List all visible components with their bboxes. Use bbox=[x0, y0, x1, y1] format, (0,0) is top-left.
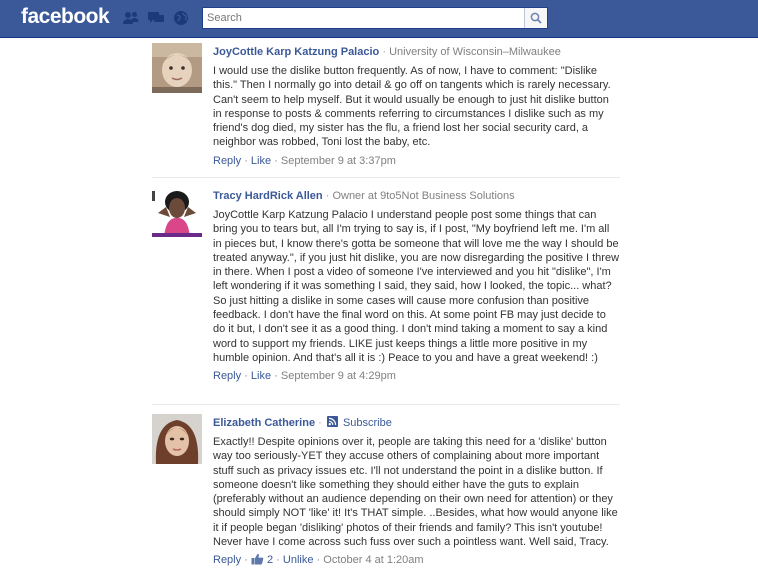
messages-icon[interactable] bbox=[147, 10, 165, 26]
commenter-name[interactable]: Elizabeth Catherine bbox=[213, 417, 315, 429]
facebook-logo[interactable]: facebook bbox=[21, 5, 110, 29]
separator-dot: · bbox=[316, 554, 321, 567]
comment-item: Elizabeth Catherine · Subscribe Exactly!… bbox=[152, 414, 620, 584]
like-link[interactable]: Like bbox=[251, 370, 271, 382]
avatar[interactable] bbox=[152, 43, 202, 93]
separator-dot: · bbox=[274, 154, 278, 167]
separator-dot: · bbox=[274, 370, 278, 383]
avatar[interactable] bbox=[152, 187, 202, 237]
reply-link[interactable]: Reply bbox=[213, 554, 241, 566]
avatar[interactable] bbox=[152, 414, 202, 464]
comment-text: JoyCottle Karp Katzung Palacio I underst… bbox=[213, 209, 620, 364]
like-link[interactable]: Like bbox=[251, 155, 271, 167]
separator-dot: · bbox=[244, 154, 248, 167]
unlike-link[interactable]: Unlike bbox=[283, 554, 314, 566]
search-button[interactable] bbox=[524, 8, 547, 28]
commenter-name[interactable]: Tracy HardRick Allen bbox=[213, 190, 323, 202]
reply-link[interactable]: Reply bbox=[213, 155, 241, 167]
separator-dot: · bbox=[244, 370, 248, 383]
separator-dot: · bbox=[276, 554, 280, 567]
comment-divider bbox=[152, 404, 620, 405]
comment-item: JoyCottle Karp Katzung Palacio · Univers… bbox=[152, 43, 620, 171]
search-magnifier-icon bbox=[530, 12, 542, 24]
comment-text: I would use the dislike button frequentl… bbox=[213, 65, 611, 149]
comment-item: Tracy HardRick Allen · Owner at 9to5Not … bbox=[152, 187, 620, 397]
commenter-affiliation: University of Wisconsin–Milwaukee bbox=[389, 46, 561, 58]
comment-timestamp[interactable]: September 9 at 3:37pm bbox=[281, 155, 396, 167]
comment-text: Exactly!! Despite opinions over it, peop… bbox=[213, 436, 618, 549]
comment-divider bbox=[152, 177, 620, 178]
like-count[interactable]: 2 bbox=[267, 554, 273, 566]
subscribe-link[interactable]: Subscribe bbox=[343, 417, 392, 429]
comment-timestamp[interactable]: September 9 at 4:29pm bbox=[281, 370, 396, 382]
separator-dot: · bbox=[244, 554, 248, 567]
separator-dot: · bbox=[318, 417, 322, 429]
thumbs-up-icon[interactable] bbox=[251, 553, 264, 565]
comment-timestamp[interactable]: October 4 at 1:20am bbox=[323, 554, 423, 566]
notifications-globe-icon[interactable] bbox=[172, 10, 190, 26]
separator-dot: · bbox=[325, 190, 330, 202]
separator-dot: · bbox=[382, 46, 386, 58]
search-input[interactable] bbox=[207, 10, 522, 26]
search-box bbox=[202, 7, 548, 29]
rss-subscribe-icon[interactable] bbox=[326, 416, 338, 427]
friend-requests-icon[interactable] bbox=[122, 10, 140, 26]
commenter-affiliation: Owner at 9to5Not Business Solutions bbox=[332, 190, 515, 202]
top-navigation-bar: facebook bbox=[0, 0, 758, 38]
commenter-name[interactable]: JoyCottle Karp Katzung Palacio bbox=[213, 46, 379, 58]
reply-link[interactable]: Reply bbox=[213, 370, 241, 382]
